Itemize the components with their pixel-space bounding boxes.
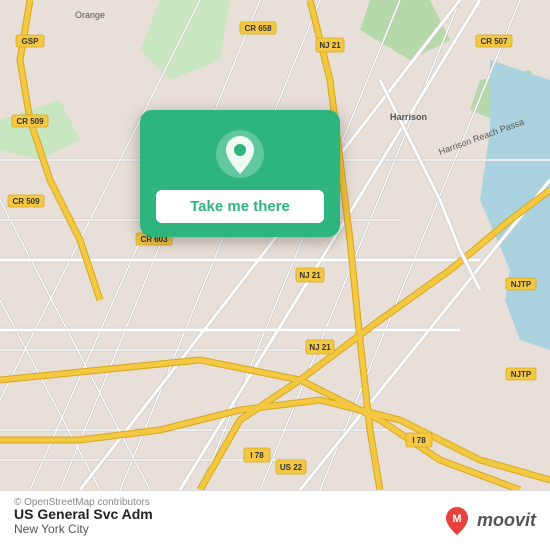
svg-text:Harrison: Harrison xyxy=(390,112,427,122)
moovit-logo: M moovit xyxy=(441,505,536,537)
map-container: CR 658 NJ 21 NJ 21 NJ 21 CR 507 CR 509 C… xyxy=(0,0,550,490)
popup-card: Take me there xyxy=(140,110,340,237)
copyright-text: © OpenStreetMap contributors xyxy=(14,497,150,508)
svg-text:US 22: US 22 xyxy=(280,463,303,472)
moovit-icon: M xyxy=(441,505,473,537)
svg-text:NJTP: NJTP xyxy=(511,280,532,289)
take-me-there-button[interactable]: Take me there xyxy=(156,190,324,223)
svg-text:NJ 21: NJ 21 xyxy=(319,41,341,50)
moovit-text-label: moovit xyxy=(477,510,536,531)
svg-text:CR 509: CR 509 xyxy=(16,117,44,126)
svg-text:NJ 21: NJ 21 xyxy=(309,343,331,352)
location-pin-icon xyxy=(214,128,266,180)
bottom-bar: © OpenStreetMap contributors US General … xyxy=(0,490,550,550)
svg-text:CR 509: CR 509 xyxy=(12,197,40,206)
svg-text:M: M xyxy=(452,513,461,525)
svg-text:CR 507: CR 507 xyxy=(480,37,508,46)
svg-text:GSP: GSP xyxy=(22,37,40,46)
svg-text:I 78: I 78 xyxy=(250,451,264,460)
location-info: US General Svc Adm New York City xyxy=(14,506,153,536)
svg-text:NJ 21: NJ 21 xyxy=(299,271,321,280)
map-svg: CR 658 NJ 21 NJ 21 NJ 21 CR 507 CR 509 C… xyxy=(0,0,550,490)
svg-text:I 78: I 78 xyxy=(412,436,426,445)
svg-text:NJTP: NJTP xyxy=(511,370,532,379)
location-city: New York City xyxy=(14,522,153,536)
svg-text:CR 658: CR 658 xyxy=(244,24,272,33)
svg-text:Orange: Orange xyxy=(75,10,105,20)
